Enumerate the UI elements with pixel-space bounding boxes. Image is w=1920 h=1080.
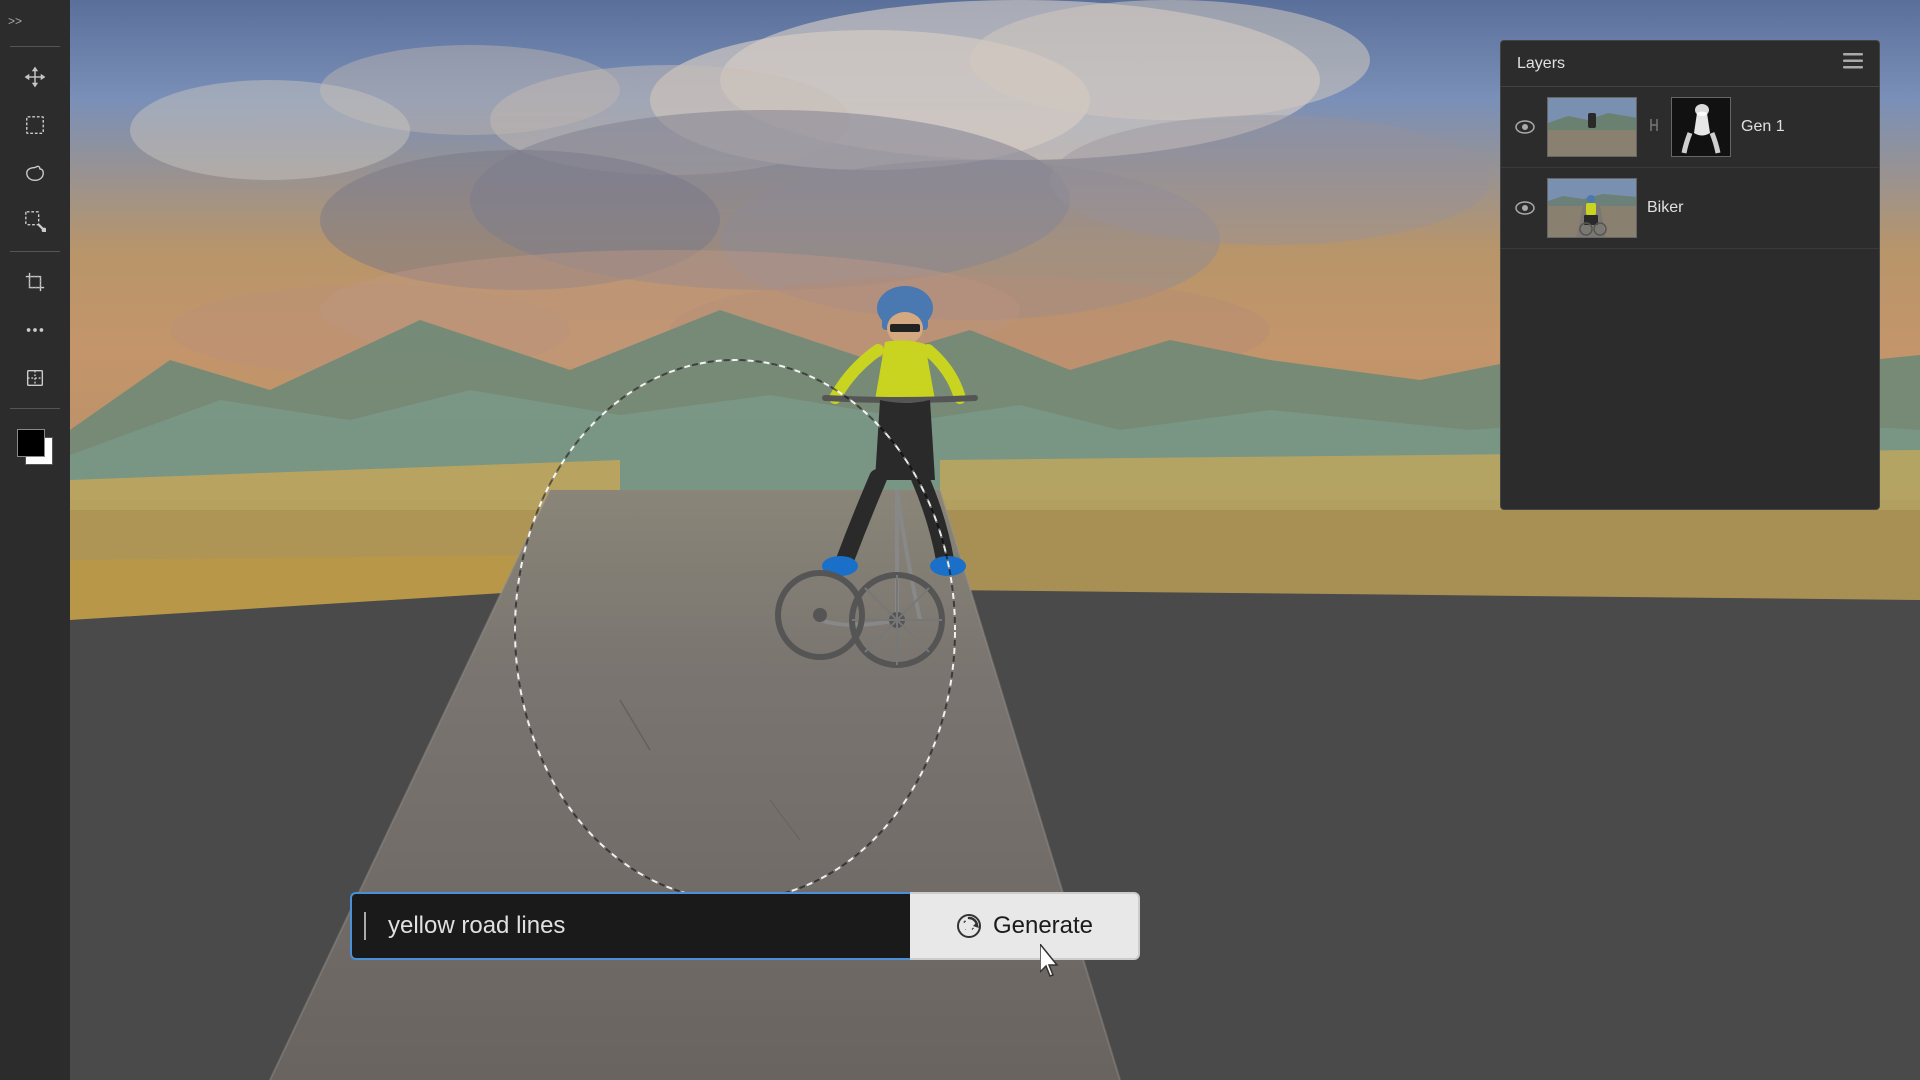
layer-item-gen1[interactable]: Gen 1 <box>1501 87 1879 168</box>
layers-title: Layers <box>1517 55 1565 73</box>
layer-thumbnail-biker <box>1547 178 1637 238</box>
layer-visibility-gen1[interactable] <box>1513 115 1537 139</box>
text-cursor <box>364 912 366 940</box>
object-select-tool[interactable] <box>13 199 57 243</box>
toolbar-collapse-button[interactable]: >> <box>0 10 70 32</box>
transform-tool[interactable] <box>13 356 57 400</box>
layers-menu-button[interactable] <box>1843 53 1863 74</box>
canvas-area: Generate Layers <box>70 0 1920 1080</box>
layers-panel: Layers <box>1500 40 1880 510</box>
more-tools[interactable] <box>13 308 57 352</box>
move-tool[interactable] <box>13 55 57 99</box>
lasso-tool[interactable] <box>13 151 57 195</box>
layer-thumbnail-gen1 <box>1547 97 1637 157</box>
layers-header: Layers <box>1501 41 1879 87</box>
layer-name-biker: Biker <box>1647 199 1867 217</box>
color-swatches[interactable] <box>13 425 57 469</box>
layer-visibility-biker[interactable] <box>1513 196 1537 220</box>
layer-link-icon <box>1647 115 1661 140</box>
generate-label: Generate <box>993 912 1093 940</box>
layer-item-biker[interactable]: Biker <box>1501 168 1879 249</box>
layer-name-gen1: Gen 1 <box>1741 118 1867 136</box>
generate-button[interactable]: Generate <box>910 892 1140 960</box>
generate-icon <box>955 912 983 940</box>
prompt-input[interactable] <box>350 892 910 960</box>
left-toolbar: >> <box>0 0 70 1080</box>
crop-tool[interactable] <box>13 260 57 304</box>
marquee-tool[interactable] <box>13 103 57 147</box>
layer-mask-gen1 <box>1671 97 1731 157</box>
prompt-bar: Generate <box>350 892 1140 960</box>
toolbar-separator-2 <box>10 251 60 252</box>
toolbar-separator-3 <box>10 408 60 409</box>
foreground-color-swatch[interactable] <box>17 429 45 457</box>
prompt-input-wrapper <box>350 892 910 960</box>
toolbar-separator-1 <box>10 46 60 47</box>
